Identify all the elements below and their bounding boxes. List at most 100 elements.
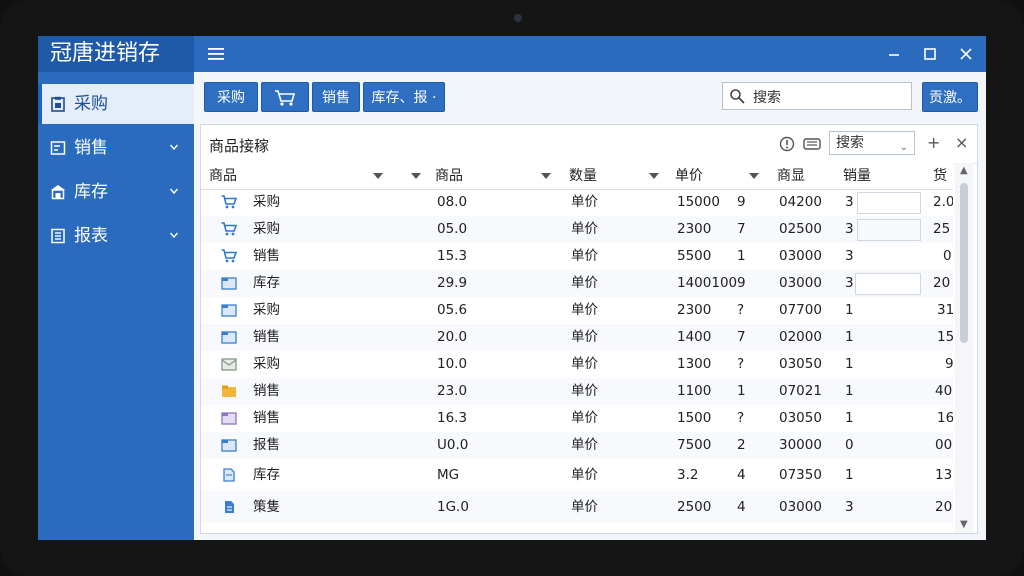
minimize-icon[interactable] <box>884 44 904 64</box>
cell-count: 1 <box>737 383 746 399</box>
cell-price: 1400 <box>677 329 712 345</box>
inventory-report-button[interactable]: 库存、报 · <box>363 82 445 112</box>
cell-value: 29.9 <box>437 275 468 291</box>
sort-caret-icon[interactable] <box>649 173 659 179</box>
folder-icon <box>221 412 237 425</box>
search-input[interactable] <box>751 85 905 109</box>
column-header-quantity[interactable]: 数量 <box>569 163 597 189</box>
sidebar-item-purchase[interactable]: 采购 <box>38 84 194 124</box>
product-panel: 商品接稼 搜索 ⌄ + × 商品 商品 数量 单价 商显 销量 货 采购 08.… <box>200 124 978 534</box>
keyboard-icon[interactable] <box>803 136 821 152</box>
table-row[interactable]: 销售 16.3 单价 1500 ? 03050 1 16 <box>201 405 953 432</box>
table-row[interactable]: 销售 15.3 单价 5500 1 03000 3 0 <box>201 243 953 270</box>
cell-price: 3.2 <box>677 467 699 483</box>
cell-unit: 单价 <box>571 221 598 237</box>
cell-sales: 3 <box>845 275 854 291</box>
purchase-button[interactable]: 采购 <box>204 82 258 112</box>
sidebar: 冠唐进销存 采购 销售 库存 报表 <box>38 36 194 540</box>
table-row[interactable]: 采购 10.0 单价 1300 ? 03050 1 9 <box>201 351 953 378</box>
cell-unit: 单价 <box>571 499 598 515</box>
sort-caret-icon[interactable] <box>411 173 421 179</box>
cell-count: 7 <box>737 329 746 345</box>
app-title: 冠唐进销存 <box>38 36 194 72</box>
column-header-amount[interactable]: 商显 <box>777 163 805 189</box>
cell-amount: 30000 <box>779 437 822 453</box>
search-box[interactable] <box>722 82 912 110</box>
scroll-up-icon[interactable]: ▲ <box>960 165 968 176</box>
quantity-input[interactable] <box>855 273 921 295</box>
maximize-icon[interactable] <box>920 44 940 64</box>
vertical-scrollbar[interactable]: ▲ ▼ <box>955 163 973 533</box>
sort-caret-icon[interactable] <box>373 173 383 179</box>
close-window-icon[interactable] <box>956 44 976 64</box>
cell-count: 4 <box>737 467 746 483</box>
close-panel-button[interactable]: × <box>955 133 968 152</box>
add-button[interactable]: + <box>927 133 940 152</box>
cell-price: 1100 <box>677 383 712 399</box>
folder-icon <box>221 331 237 344</box>
cell-type: 采购 <box>253 221 280 237</box>
toolbar: 采购 销售 库存、报 · 贡激。 <box>194 72 986 122</box>
cell-amount: 02500 <box>779 221 822 237</box>
document-stack-icon <box>225 501 234 513</box>
filter-select[interactable]: 搜索 ⌄ <box>829 131 915 155</box>
cell-stock: 00 <box>935 437 953 453</box>
cell-stock: 25 <box>933 221 951 237</box>
cell-value: 20.0 <box>437 329 468 345</box>
sidebar-item-inventory[interactable]: 库存 <box>38 172 194 212</box>
sales-button[interactable]: 销售 <box>312 82 360 112</box>
table-row[interactable]: 报售 U0.0 单价 7500 2 30000 0 00 <box>201 432 953 459</box>
hamburger-menu-icon[interactable] <box>208 47 224 61</box>
envelope-icon <box>221 358 237 371</box>
cell-unit: 单价 <box>571 194 598 210</box>
cell-sales: 1 <box>845 302 854 318</box>
submit-button[interactable]: 贡激。 <box>922 82 978 112</box>
column-header-sales[interactable]: 销量 <box>843 163 871 189</box>
sort-caret-icon[interactable] <box>749 173 759 179</box>
cell-type: 销售 <box>253 248 280 264</box>
table-row[interactable]: 销售 20.0 单价 1400 7 02000 1 15 <box>201 324 953 351</box>
scroll-down-icon[interactable]: ▼ <box>960 519 968 530</box>
table-row[interactable]: 库存 29.9 单价 1400100 9 03000 3 20 <box>201 270 953 297</box>
cell-unit: 单价 <box>571 437 598 453</box>
cell-sales: 1 <box>845 329 854 345</box>
column-header-product[interactable]: 商品 <box>209 163 237 189</box>
cell-value: 23.0 <box>437 383 468 399</box>
column-header-product-2[interactable]: 商品 <box>435 163 463 189</box>
cell-unit: 单价 <box>571 410 598 426</box>
cell-sales: 3 <box>845 248 854 264</box>
quantity-input[interactable] <box>857 192 921 214</box>
cell-unit: 单价 <box>571 302 598 318</box>
sidebar-item-reports[interactable]: 报表 <box>38 216 194 256</box>
cell-value: 05.0 <box>437 221 468 237</box>
cell-stock: 20 <box>933 275 951 291</box>
table-row[interactable]: 策隻 1G.0 单价 2500 4 03000 3 20 <box>201 491 953 523</box>
cart-button[interactable] <box>261 82 309 112</box>
chevron-down-icon <box>170 232 178 239</box>
info-icon[interactable] <box>779 136 795 152</box>
column-header-stock[interactable]: 货 <box>933 163 947 189</box>
cell-unit: 单价 <box>571 356 598 372</box>
sort-caret-icon[interactable] <box>541 173 551 179</box>
column-header-price[interactable]: 单价 <box>675 163 703 189</box>
cell-price: 1500 <box>677 410 712 426</box>
cell-type: 销售 <box>253 383 280 399</box>
table-row[interactable]: 采购 05.0 单价 2300 7 02500 3 25 <box>201 216 953 243</box>
cell-amount: 03000 <box>779 275 822 291</box>
cell-stock: 2.0 <box>933 194 953 210</box>
cell-unit: 单价 <box>571 383 598 399</box>
cell-type: 库存 <box>253 275 280 291</box>
cell-price: 5500 <box>677 248 712 264</box>
scrollbar-thumb[interactable] <box>960 183 968 343</box>
quantity-input[interactable] <box>857 219 921 241</box>
table-row[interactable]: 库存 MG 单价 3.2 4 07350 1 13 <box>201 459 953 491</box>
cell-price: 7500 <box>677 437 712 453</box>
sidebar-item-sales[interactable]: 销售 <box>38 128 194 168</box>
table-row[interactable]: 采购 08.0 单价 15000 9 04200 3 2.0 <box>201 189 953 216</box>
cell-count: 9 <box>737 275 746 291</box>
cell-sales: 1 <box>845 356 854 372</box>
table-row[interactable]: 销售 23.0 单价 1100 1 07021 1 40 <box>201 378 953 405</box>
cell-count: 1 <box>737 248 746 264</box>
table-row[interactable]: 采购 05.6 单价 2300 ? 07700 1 31 <box>201 297 953 324</box>
cell-stock: 31 <box>937 302 953 318</box>
